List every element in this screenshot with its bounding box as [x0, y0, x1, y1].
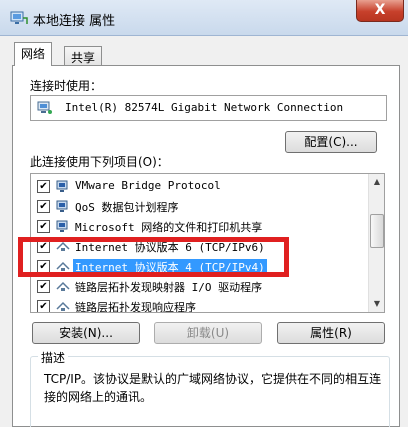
qos-scheduler-icon: [56, 200, 68, 212]
list-item[interactable]: ✔ Internet 协议版本 4 (TCP/IPv4): [31, 256, 369, 276]
list-item[interactable]: ✔ Microsoft 网络的文件和打印机共享: [31, 216, 369, 236]
close-button[interactable]: X: [356, 0, 404, 22]
network-protocol-icon: [56, 180, 68, 192]
item-label: Microsoft 网络的文件和打印机共享: [75, 221, 263, 234]
network-adapter-icon: [37, 101, 52, 114]
item-checkbox[interactable]: ✔: [37, 280, 50, 293]
items-section-label: 此连接使用下列项目(O)：: [30, 155, 169, 169]
item-label: 链路层拓扑发现响应程序: [75, 301, 196, 313]
protocol-icon: [56, 281, 70, 291]
list-scrollbar[interactable]: ▲ ▼: [368, 174, 384, 312]
tab-sharing[interactable]: 共享: [64, 46, 103, 66]
list-item[interactable]: ✔ VMware Bridge Protocol: [31, 176, 369, 196]
list-item[interactable]: ✔ 链路层拓扑发现映射器 I/O 驱动程序: [31, 276, 369, 296]
item-label: Internet 协议版本 4 (TCP/IPv4): [73, 259, 267, 275]
configure-button[interactable]: 配置(C)...: [285, 131, 377, 153]
item-label: VMware Bridge Protocol: [75, 179, 221, 192]
scroll-down-arrow-icon[interactable]: ▼: [370, 296, 384, 312]
protocol-icon: [56, 241, 70, 251]
item-label: QoS 数据包计划程序: [75, 201, 179, 214]
protocol-icon: [56, 261, 70, 271]
description-legend: 描述: [38, 349, 69, 366]
list-item[interactable]: ✔ 链路层拓扑发现响应程序: [31, 296, 369, 313]
window-title: 本地连接 属性: [33, 14, 116, 29]
item-checkbox[interactable]: ✔: [37, 220, 50, 233]
scroll-up-arrow-icon[interactable]: ▲: [370, 174, 384, 190]
install-button[interactable]: 安装(N)...: [32, 322, 140, 344]
list-item[interactable]: ✔ Internet 协议版本 6 (TCP/IPv6): [31, 236, 369, 256]
tab-network[interactable]: 网络: [14, 42, 53, 66]
protocol-icon: [56, 301, 70, 311]
properties-button[interactable]: 属性(R): [277, 322, 385, 344]
item-checkbox[interactable]: ✔: [37, 260, 50, 273]
title-bar: 本地连接 属性 X: [0, 0, 408, 36]
connect-using-label: 连接时使用：: [30, 79, 103, 93]
adapter-field: Intel(R) 82574L Gigabit Network Connecti…: [30, 95, 387, 121]
item-checkbox[interactable]: ✔: [37, 240, 50, 253]
item-label: Internet 协议版本 6 (TCP/IPv6): [75, 241, 265, 254]
file-printer-sharing-icon: [56, 220, 68, 232]
list-item[interactable]: ✔ QoS 数据包计划程序: [31, 196, 369, 216]
item-checkbox[interactable]: ✔: [37, 300, 50, 312]
network-connection-icon: [10, 11, 28, 24]
adapter-name: Intel(R) 82574L Gigabit Network Connecti…: [65, 101, 344, 114]
uninstall-button[interactable]: 卸载(U): [154, 322, 262, 344]
item-checkbox[interactable]: ✔: [37, 200, 50, 213]
item-label: 链路层拓扑发现映射器 I/O 驱动程序: [75, 281, 263, 294]
item-checkbox[interactable]: ✔: [37, 180, 50, 193]
components-list[interactable]: ✔ VMware Bridge Protocol ✔ QoS 数据包计划程序 ✔…: [30, 173, 385, 313]
description-text: TCP/IP。该协议是默认的广域网络协议，它提供在不同的相互连接的网络上的通讯。: [44, 372, 382, 404]
scroll-thumb[interactable]: [370, 214, 384, 248]
